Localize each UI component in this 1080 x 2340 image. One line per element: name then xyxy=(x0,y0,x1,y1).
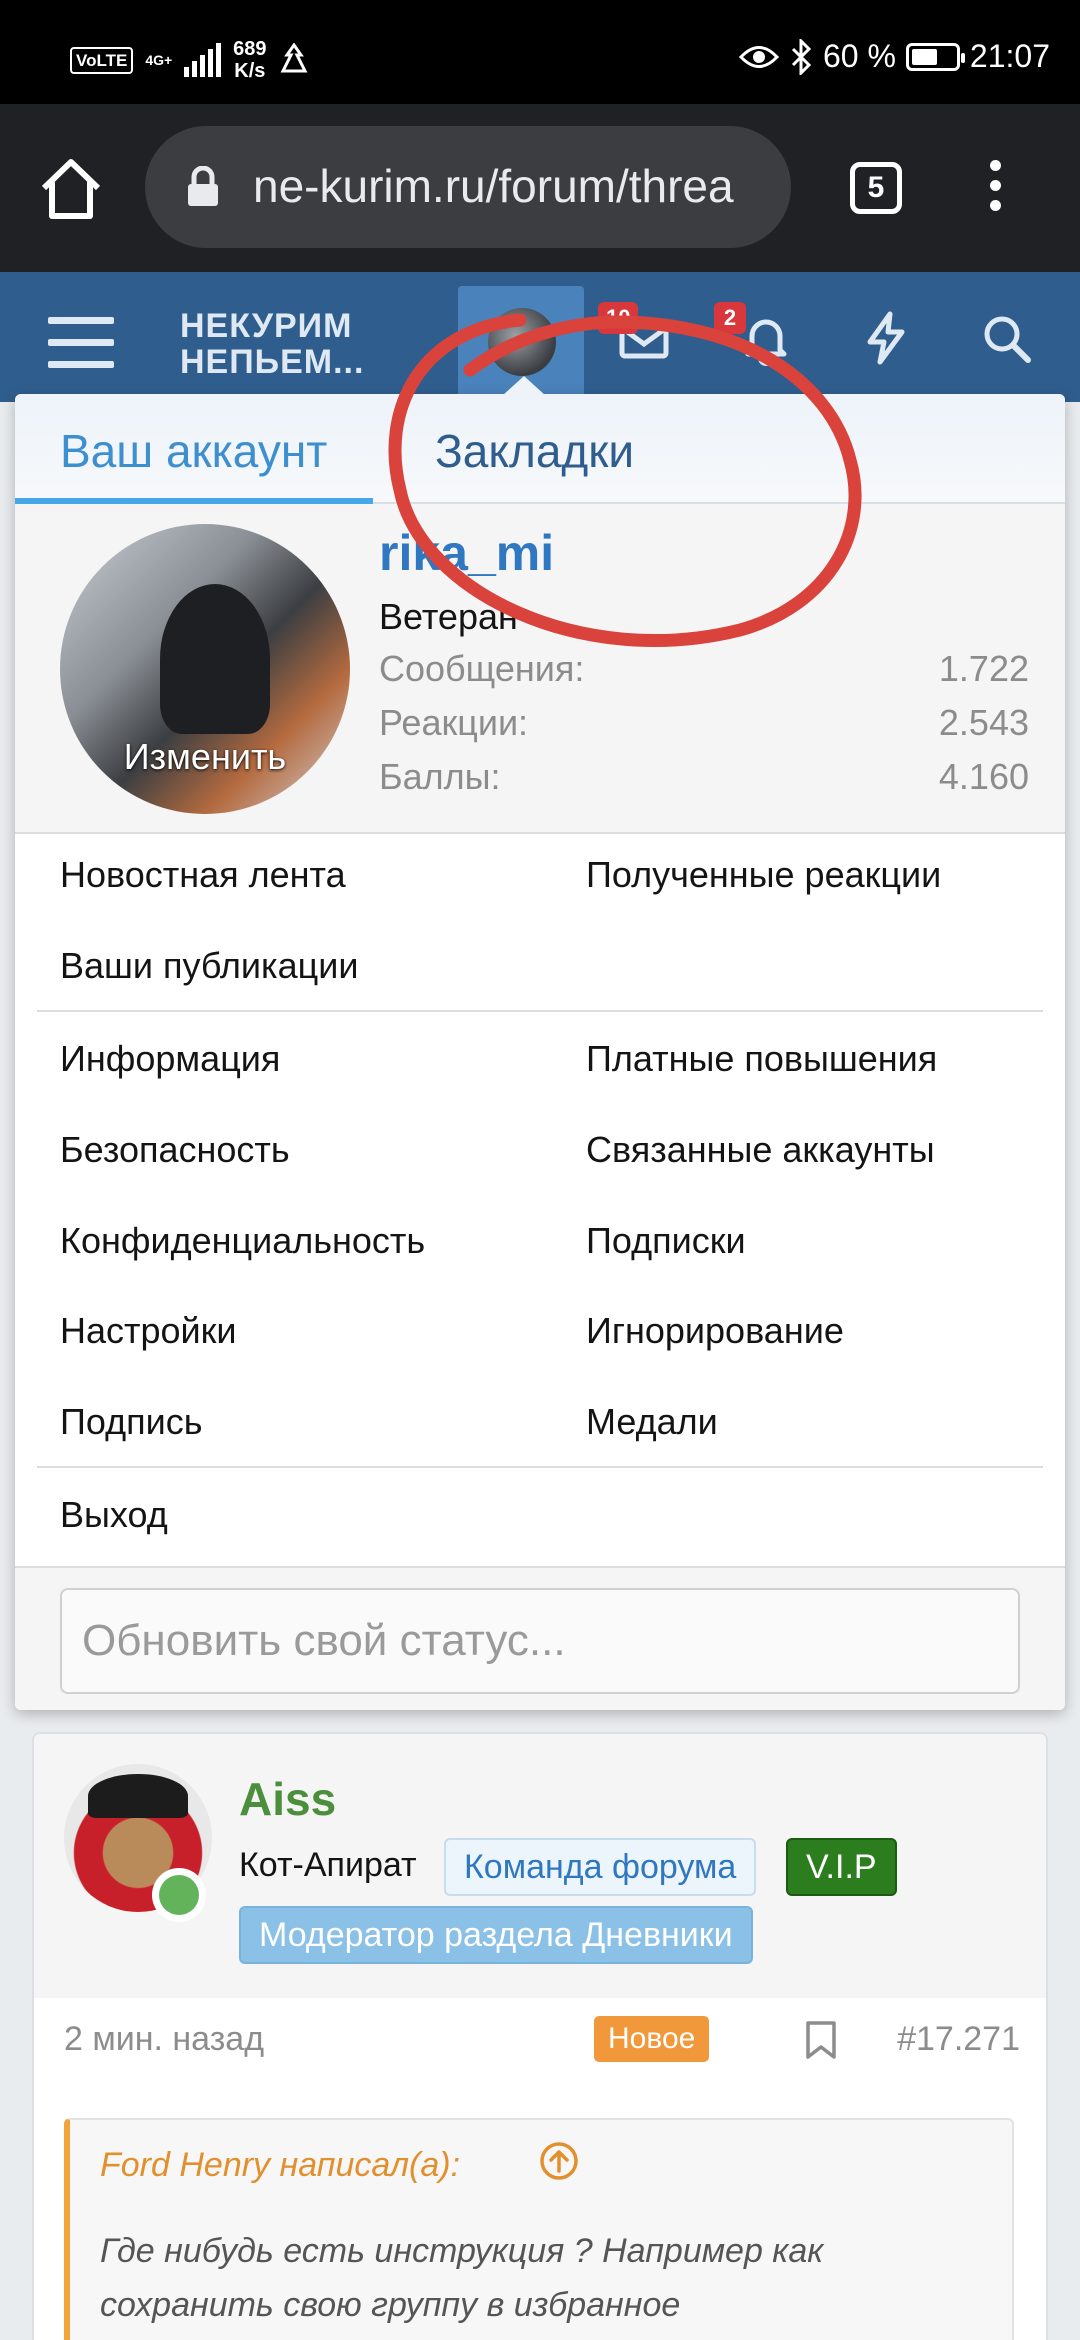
alerts-badge: 2 xyxy=(714,302,746,334)
bluetooth-icon xyxy=(791,38,812,75)
link-received-reactions[interactable]: Полученные реакции xyxy=(586,854,941,896)
link-logout[interactable]: Выход xyxy=(60,1494,168,1536)
link-info[interactable]: Информация xyxy=(60,1038,280,1080)
link-subscriptions[interactable]: Подписки xyxy=(586,1220,746,1262)
tab-your-account[interactable]: Ваш аккаунт xyxy=(60,424,327,478)
link-privacy[interactable]: Конфиденциальность xyxy=(60,1220,425,1262)
quote-text: Где нибудь есть инструкция ? Например ка… xyxy=(100,2232,824,2324)
hamburger-menu-icon[interactable] xyxy=(48,317,114,369)
account-menu-tabs: Ваш аккаунт Закладки xyxy=(15,394,1065,504)
volte-indicator: VoLTE xyxy=(70,46,134,74)
link-security[interactable]: Безопасность xyxy=(60,1129,290,1171)
profile-avatar[interactable]: Изменить xyxy=(60,524,350,814)
url-text[interactable]: ne-kurim.ru/forum/threa xyxy=(253,159,734,213)
vip-badge: V.I.P xyxy=(786,1838,897,1896)
link-settings[interactable]: Настройки xyxy=(60,1310,237,1352)
data-saver-icon xyxy=(280,43,307,73)
link-paid-upgrades[interactable]: Платные повышения xyxy=(586,1038,937,1080)
home-icon[interactable] xyxy=(36,154,106,224)
site-logo[interactable]: НЕКУРИМ НЕПЬЕМ... xyxy=(180,308,364,380)
status-update-section xyxy=(15,1566,1065,1710)
avatar-figure xyxy=(160,584,270,734)
overflow-menu-icon[interactable] xyxy=(980,154,1010,224)
team-badge: Команда форума xyxy=(444,1838,757,1896)
status-input[interactable] xyxy=(60,1588,1020,1694)
stat-label: Баллы: xyxy=(379,756,501,797)
avatar xyxy=(488,308,556,376)
status-bar: VoLTE 4G+ 689 K/s 60 % 21:07 xyxy=(0,0,1080,104)
popup-arrow xyxy=(502,376,546,396)
post-number[interactable]: #17.271 xyxy=(897,2020,1020,2059)
speed-unit: K/s xyxy=(234,60,266,82)
speed-value: 689 xyxy=(233,38,267,60)
link-signature[interactable]: Подпись xyxy=(60,1401,202,1443)
post-user-block: Aiss Кот-Апират Команда форума V.I.P Мод… xyxy=(34,1734,1046,1998)
link-medals[interactable]: Медали xyxy=(586,1401,718,1443)
divider xyxy=(37,1010,1043,1012)
inbox-badge: 10 xyxy=(598,302,639,334)
user-title: Ветеран xyxy=(379,596,518,637)
address-bar[interactable]: ne-kurim.ru/forum/threa xyxy=(145,126,791,248)
signal-icon xyxy=(184,43,222,77)
pirate-hat xyxy=(88,1774,188,1818)
forum-post: Aiss Кот-Апират Команда форума V.I.P Мод… xyxy=(32,1732,1048,2340)
divider xyxy=(37,1466,1043,1468)
account-menu-popup: Ваш аккаунт Закладки Изменить rika_mi Ве… xyxy=(15,394,1065,1710)
quote-block: Ford Henry написал(а): Где нибудь есть и… xyxy=(64,2118,1014,2340)
clock: 21:07 xyxy=(969,38,1050,74)
link-news-feed[interactable]: Новостная лента xyxy=(60,854,346,896)
post-author-title: Кот-Апират xyxy=(239,1846,417,1884)
bookmark-icon[interactable] xyxy=(804,2020,838,2060)
logo-line-2: НЕПЬЕМ... xyxy=(180,343,365,381)
battery-percent: 60 % xyxy=(822,38,896,74)
tab-bookmarks[interactable]: Закладки xyxy=(435,424,634,478)
network-type: 4G+ xyxy=(145,52,173,68)
post-author-name[interactable]: Aiss xyxy=(239,1772,336,1826)
stat-value: 1.722 xyxy=(938,648,1029,689)
browser-toolbar: ne-kurim.ru/forum/threa 5 xyxy=(0,104,1080,272)
bell-icon[interactable] xyxy=(738,310,794,366)
eye-icon xyxy=(738,45,779,68)
avatar-edit-link[interactable]: Изменить xyxy=(60,736,350,778)
stat-label: Реакции: xyxy=(379,702,529,743)
tab-switcher-button[interactable]: 5 xyxy=(850,162,902,214)
new-badge: Новое xyxy=(594,2016,710,2062)
profile-summary: Изменить rika_mi Ветеран Сообщения: 1.72… xyxy=(15,504,1065,834)
online-status-icon xyxy=(152,1868,206,1922)
moderator-badge: Модератор раздела Дневники xyxy=(239,1906,753,1964)
search-icon[interactable] xyxy=(978,310,1034,366)
stat-label: Сообщения: xyxy=(379,648,585,689)
quote-author[interactable]: Ford Henry написал(а): xyxy=(100,2146,460,2185)
stat-value: 2.543 xyxy=(938,702,1029,743)
username[interactable]: rika_mi xyxy=(379,524,554,582)
post-time[interactable]: 2 мин. назад xyxy=(64,2020,264,2059)
arrow-up-circle-icon[interactable] xyxy=(538,2140,580,2182)
stat-points[interactable]: Баллы: 4.160 xyxy=(379,756,1029,798)
lock-icon xyxy=(188,166,218,206)
status-bar-right: 60 % 21:07 xyxy=(738,38,1050,75)
battery-fill xyxy=(911,48,938,65)
stat-messages[interactable]: Сообщения: 1.722 xyxy=(379,648,1029,690)
lightning-icon[interactable] xyxy=(858,310,914,366)
status-bar-left: VoLTE 4G+ 689 K/s xyxy=(70,38,309,82)
link-your-posts[interactable]: Ваши публикации xyxy=(60,945,358,987)
link-ignoring[interactable]: Игнорирование xyxy=(586,1310,844,1352)
stat-reactions[interactable]: Реакции: 2.543 xyxy=(379,702,1029,744)
link-connected-accounts[interactable]: Связанные аккаунты xyxy=(586,1129,935,1171)
stat-value: 4.160 xyxy=(938,756,1029,797)
logo-line-1: НЕКУРИМ xyxy=(180,307,353,345)
battery-icon xyxy=(905,42,965,71)
network-speed: 689 K/s xyxy=(233,38,266,82)
